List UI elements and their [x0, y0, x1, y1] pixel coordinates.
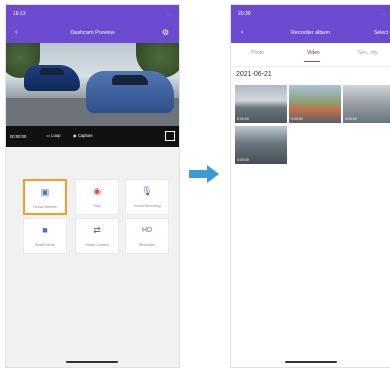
- switch-mode-button[interactable]: ■ Switch Mode: [23, 218, 67, 254]
- capture-label: Capture: [77, 133, 93, 138]
- mic-icon: 🎙: [141, 186, 153, 196]
- loop-label: Loop: [51, 133, 61, 138]
- albums-icon: ▣: [40, 187, 50, 197]
- home-indicator: [66, 361, 118, 363]
- switch-camera-icon: ⇄: [93, 225, 101, 235]
- right-phone-screen: 20:30 ... ‹ Recorder album Select Photo …: [231, 5, 390, 367]
- car-window: [112, 75, 148, 85]
- date-group-header: 2021-06-21: [236, 71, 272, 78]
- recorder-album-header: 20:30 ... ‹ Recorder album Select: [231, 5, 390, 43]
- thumbnail-caption: 0:00:00: [345, 117, 357, 121]
- status-icons: ...: [379, 11, 386, 16]
- car-image: [86, 71, 174, 113]
- button-label: Device Albums: [33, 205, 57, 209]
- select-button[interactable]: Select: [374, 30, 388, 36]
- video-thumbnail[interactable]: 0:00:00: [235, 126, 287, 164]
- fullscreen-icon[interactable]: [165, 131, 175, 141]
- page-title: Recorder album: [290, 30, 331, 36]
- thumbnail-caption: 0:00:00: [237, 158, 249, 162]
- dashcam-preview-header: 16:13 ... ‹ Dashcam Preview ⚙: [6, 5, 179, 43]
- switch-camera-button[interactable]: ⇄ Switch Camera: [75, 218, 119, 254]
- active-tab-indicator: [304, 61, 320, 62]
- thumbnail-caption: 0:00:00: [291, 117, 303, 121]
- tab-photo[interactable]: Photo: [251, 50, 264, 56]
- tab-video[interactable]: Video: [307, 50, 320, 56]
- timecode: 00:00:00: [10, 134, 27, 139]
- capture-button[interactable]: ◉ Capture: [73, 133, 93, 138]
- live-video-preview[interactable]: [6, 43, 179, 126]
- album-tabs: Photo Video Sec...rity: [231, 43, 390, 67]
- stop-button[interactable]: ◉ Stop: [75, 179, 119, 215]
- sound-recording-button[interactable]: 🎙 Sound Recording: [125, 179, 169, 215]
- tab-security[interactable]: Sec...rity: [358, 50, 377, 56]
- gear-icon[interactable]: ⚙: [162, 28, 169, 37]
- video-thumbnail[interactable]: 0:00:00: [289, 85, 341, 123]
- button-label: Stop: [93, 204, 101, 208]
- device-albums-button[interactable]: ▣ Device Albums: [23, 179, 67, 215]
- stop-icon: ◉: [93, 186, 101, 196]
- left-phone-screen: 16:13 ... ‹ Dashcam Preview ⚙ 00:00:00 ▭…: [6, 5, 179, 367]
- status-time: 16:13: [13, 11, 26, 17]
- button-label: Switch Camera: [85, 243, 109, 247]
- camera-icon: ■: [42, 225, 48, 235]
- button-label: Resolution: [138, 243, 156, 247]
- resolution-button[interactable]: HD Resolution: [125, 218, 169, 254]
- car-image: [24, 65, 80, 91]
- car-window: [40, 68, 64, 75]
- arrow-right-icon: [189, 165, 219, 183]
- home-indicator: [285, 361, 337, 363]
- loop-button[interactable]: ▭ Loop: [46, 133, 60, 138]
- button-label: Sound Recording: [133, 204, 161, 208]
- preview-controls-bar: 00:00:00 ▭ Loop ◉ Capture: [6, 126, 179, 147]
- function-panel: ▣ Device Albums ◉ Stop 🎙 Sound Recording…: [6, 147, 179, 367]
- video-thumbnail[interactable]: 0:00:00: [343, 85, 390, 123]
- hd-icon: HD: [141, 227, 153, 234]
- video-thumbnail[interactable]: 0:00:00: [235, 85, 287, 123]
- thumbnail-caption: 0:00:00: [237, 117, 249, 121]
- button-label: Switch Mode: [34, 243, 56, 247]
- status-icons: ...: [166, 11, 173, 16]
- status-time: 20:30: [238, 11, 251, 17]
- page-title: Dashcam Preview: [70, 30, 115, 36]
